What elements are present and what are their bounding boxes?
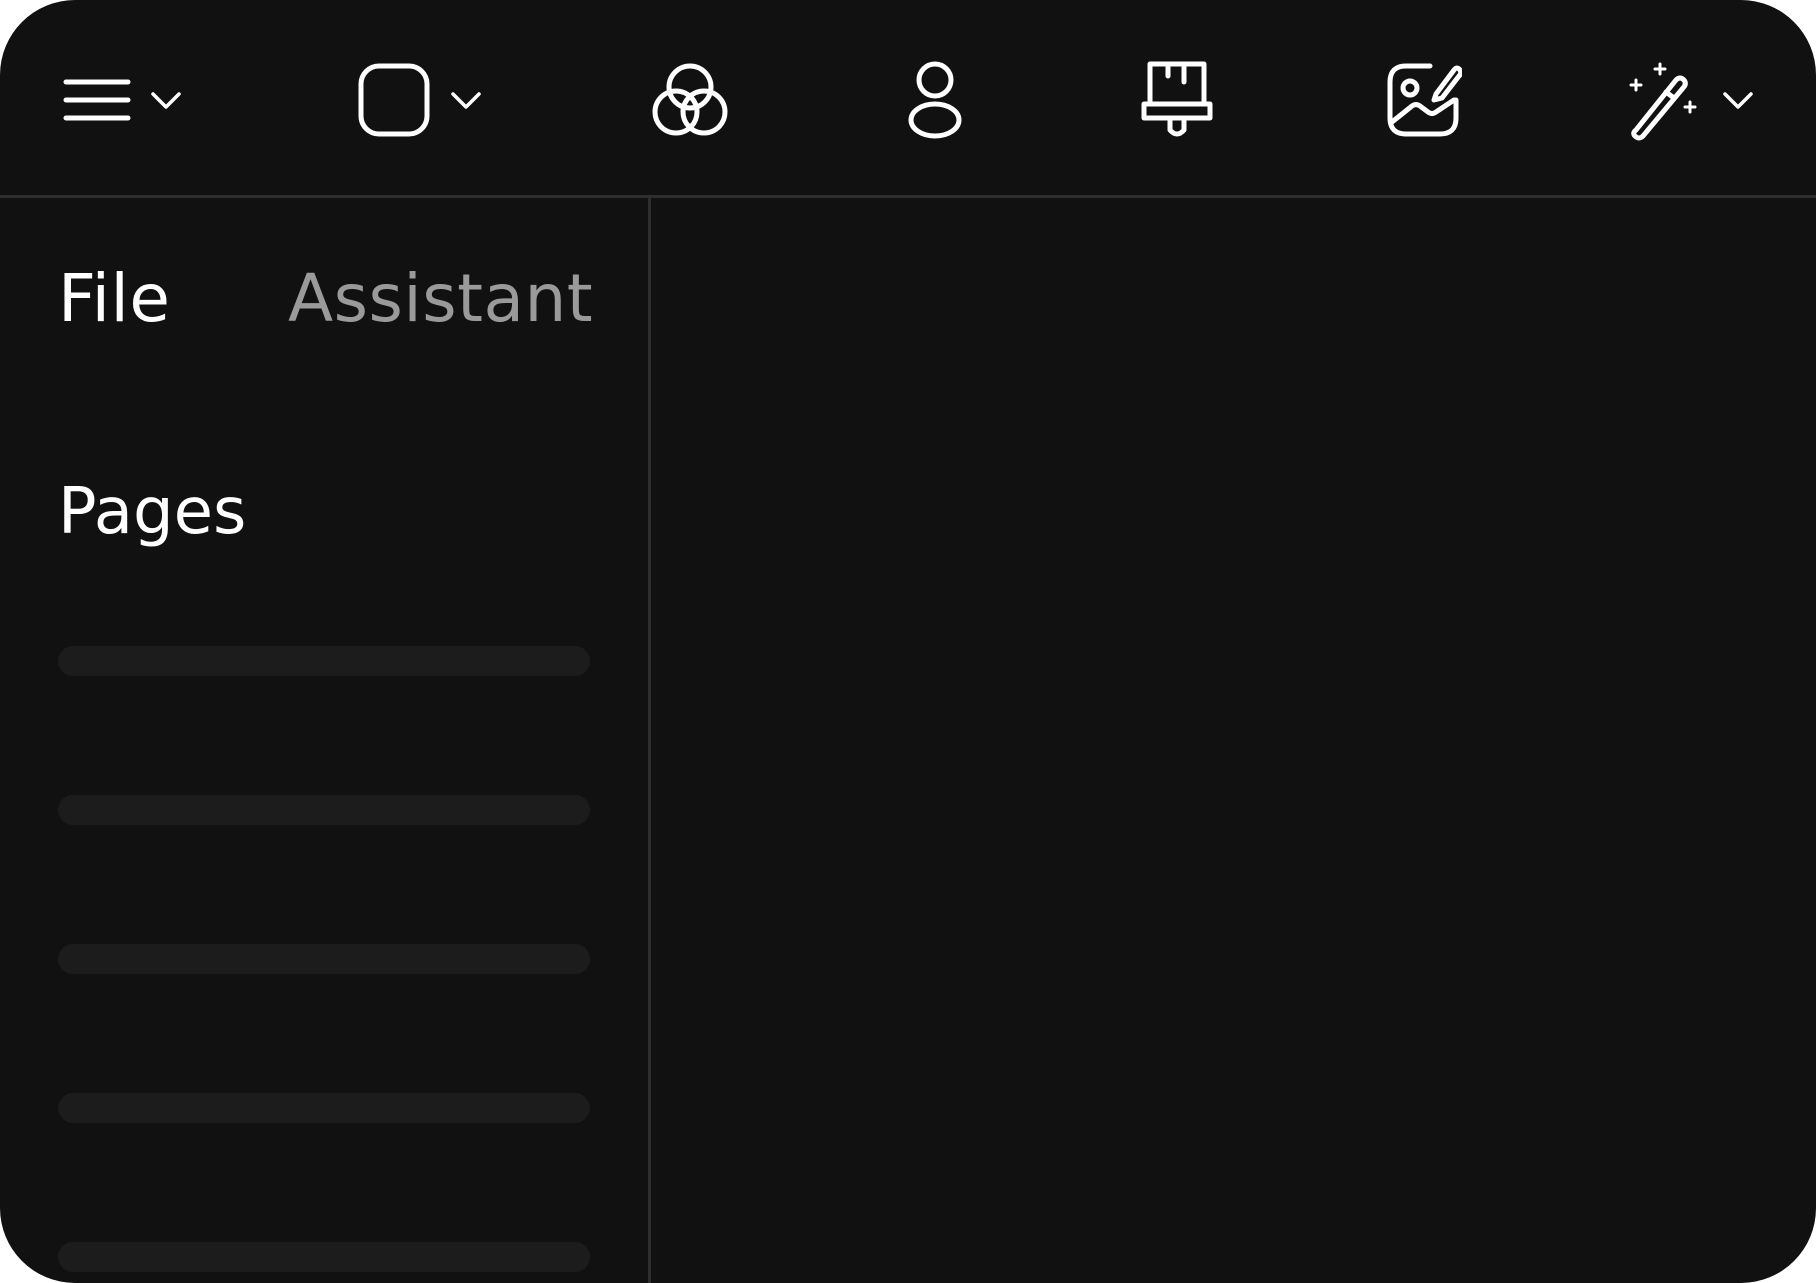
pages-section-title: Pages — [58, 475, 247, 549]
page-list-item[interactable] — [58, 795, 590, 825]
magic-wand-icon — [1629, 62, 1697, 141]
frame-tool-button[interactable] — [356, 58, 482, 142]
page-list-item[interactable] — [58, 1093, 590, 1123]
chevron-down-icon — [451, 92, 481, 109]
design-canvas[interactable] — [654, 198, 1816, 1283]
tab-assistant[interactable]: Assistant — [288, 266, 593, 332]
user-tool-button[interactable] — [904, 58, 966, 142]
page-list-item[interactable] — [58, 944, 590, 974]
edit-image-icon — [1387, 63, 1462, 137]
color-circles-icon — [652, 63, 728, 136]
menu-button[interactable] — [62, 58, 182, 142]
chevron-down-icon — [1723, 92, 1753, 109]
menu-icon — [63, 79, 131, 121]
user-icon — [908, 61, 962, 139]
magic-tool-button[interactable] — [1628, 58, 1754, 142]
top-toolbar — [0, 0, 1816, 198]
image-tool-button[interactable] — [1384, 58, 1462, 142]
frame-shape-icon — [358, 63, 430, 137]
page-list-item[interactable] — [58, 646, 590, 676]
paint-brush-icon — [1141, 61, 1213, 137]
tab-file[interactable]: File — [58, 266, 170, 332]
left-sidebar: File Assistant Pages — [0, 198, 651, 1283]
app-window: File Assistant Pages — [0, 0, 1816, 1283]
chevron-down-icon — [151, 92, 181, 109]
color-tool-button[interactable] — [651, 58, 729, 142]
brush-tool-button[interactable] — [1140, 58, 1214, 142]
page-list-item[interactable] — [58, 1242, 590, 1272]
